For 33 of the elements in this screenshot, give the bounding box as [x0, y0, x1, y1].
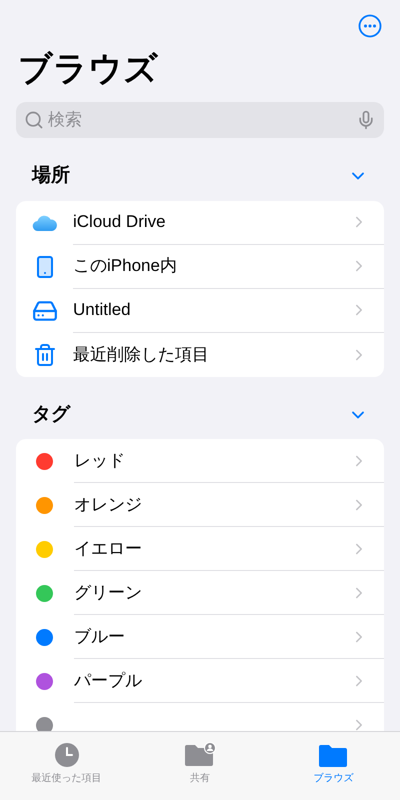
- section-header: タグ: [32, 402, 70, 426]
- location-row[interactable]: Untitled: [16, 288, 384, 332]
- tab-bar-item[interactable]: ブラウズ: [266, 738, 400, 786]
- tag-row[interactable]: パープル: [16, 659, 384, 703]
- search-placeholder: 検索: [48, 109, 83, 132]
- location-name: 最近削除した項目: [73, 344, 210, 366]
- tag-row[interactable]: ブルー: [16, 615, 384, 659]
- page-title: ブラウズ: [17, 49, 160, 90]
- location-name: このiPhone内: [73, 255, 178, 278]
- tag-name: グリーン: [74, 582, 142, 602]
- clock-icon: [54, 742, 80, 768]
- tag-row[interactable]: レッド: [16, 439, 384, 483]
- location-row[interactable]: iCloud Drive: [16, 200, 384, 244]
- tag-name: オレンジ: [74, 494, 142, 514]
- tag-name: イエロー: [74, 538, 142, 558]
- location-name: iCloud Drive: [73, 211, 167, 234]
- folder-icon: [319, 744, 348, 768]
- tag-name: レッド: [74, 450, 125, 470]
- tag-row[interactable]: オレンジ: [16, 483, 384, 527]
- location-row[interactable]: このiPhone内: [16, 244, 384, 288]
- ellipsis-circle-icon: [358, 14, 382, 38]
- location-name: Untitled: [73, 299, 132, 322]
- search-icon: [24, 110, 44, 130]
- trash-icon: [33, 342, 57, 366]
- tag-name: ブルー: [74, 626, 125, 646]
- cloud-icon: [32, 214, 58, 232]
- tag-row[interactable]: グリーン: [16, 571, 384, 615]
- more-button[interactable]: [356, 12, 384, 40]
- shared-folder-icon: [184, 742, 216, 768]
- location-row[interactable]: 最近削除した項目: [16, 332, 384, 376]
- tag-name: パープル: [74, 670, 142, 690]
- tag-row[interactable]: イエロー: [16, 527, 384, 571]
- section-header: 場所: [32, 164, 70, 188]
